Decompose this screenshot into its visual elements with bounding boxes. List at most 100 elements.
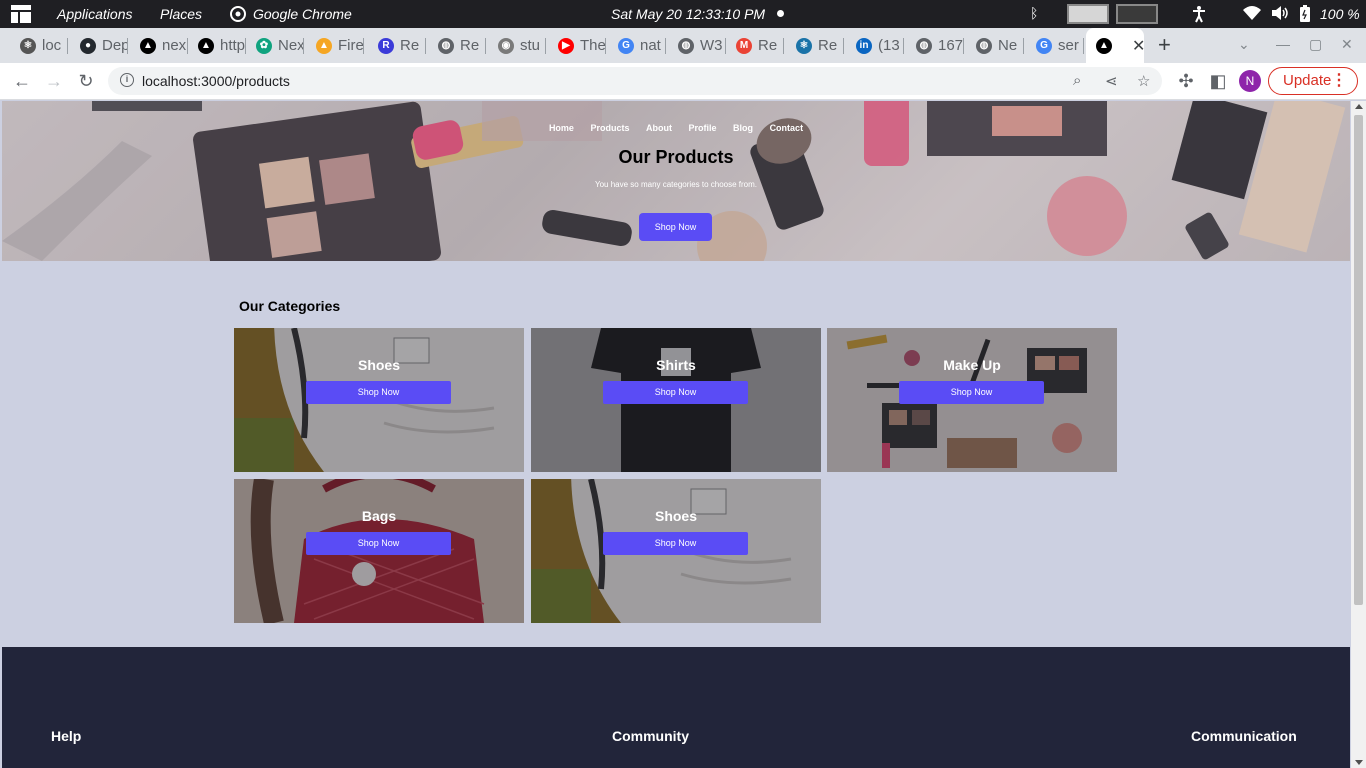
browser-tab[interactable]: ◉ stu — [488, 28, 546, 63]
active-app-menu[interactable]: Google Chrome — [253, 6, 352, 22]
maximize-icon[interactable]: ▢ — [1309, 36, 1322, 53]
browser-tab[interactable]: ▶ The — [548, 28, 606, 63]
new-tab-button[interactable]: + — [1158, 34, 1171, 56]
address-bar[interactable]: i localhost:3000/products ⌕ ⋖ ☆ — [108, 67, 1162, 95]
tab-title: ser — [1058, 37, 1079, 54]
zoom-icon[interactable]: ⌕ — [1073, 72, 1081, 89]
nav-blog[interactable]: Blog — [733, 123, 753, 133]
browser-tab[interactable]: M Re — [726, 28, 784, 63]
category-card[interactable]: Shoes Shop Now — [531, 479, 821, 623]
browser-tab[interactable]: ✿ Nex — [246, 28, 304, 63]
clock[interactable]: Sat May 20 12:33:10 PM — [611, 6, 765, 22]
chatgpt-icon: ✿ — [256, 37, 272, 54]
back-icon[interactable]: ← — [10, 69, 34, 93]
scroll-down-icon[interactable] — [1355, 760, 1363, 765]
shop-now-button[interactable]: Shop Now — [603, 381, 748, 404]
shop-now-button[interactable]: Shop Now — [306, 381, 451, 404]
share-icon[interactable]: ⋖ — [1105, 72, 1118, 90]
update-button[interactable]: Update ⋮ — [1268, 67, 1358, 95]
browser-tab[interactable]: R Re — [368, 28, 426, 63]
nav-profile[interactable]: Profile — [689, 123, 717, 133]
system-top-bar: Applications Places Google Chrome Sat Ma… — [0, 0, 1366, 28]
scroll-up-icon[interactable] — [1355, 104, 1363, 109]
browser-tab[interactable]: Gnat — [608, 28, 666, 63]
firebase-icon: ▲ — [316, 37, 332, 54]
nav-contact[interactable]: Contact — [770, 123, 804, 133]
site-info-icon[interactable]: i — [120, 73, 134, 87]
hero-banner: Home Products About Profile Blog Contact… — [2, 101, 1350, 261]
accessibility-icon[interactable] — [1191, 5, 1207, 23]
nav-about[interactable]: About — [646, 123, 672, 133]
vercel-icon: ▲ — [1096, 37, 1112, 54]
main-nav: Home Products About Profile Blog Contact — [2, 123, 1350, 133]
battery-icon[interactable] — [1300, 5, 1310, 22]
youtube-icon: ▶ — [558, 37, 574, 54]
tab-separator — [303, 38, 304, 54]
category-card[interactable]: Make Up Shop Now — [827, 328, 1117, 472]
tab-title: Re — [818, 37, 838, 54]
scroll-thumb[interactable] — [1354, 115, 1363, 605]
shop-now-button[interactable]: Shop Now — [899, 381, 1044, 404]
tab-title: http — [220, 37, 246, 54]
category-card[interactable]: Bags Shop Now — [234, 479, 524, 623]
browser-tab[interactable]: ◍ Re — [428, 28, 486, 63]
places-menu[interactable]: Places — [160, 6, 202, 22]
bluetooth-icon[interactable]: ᛒ — [1030, 5, 1038, 21]
tab-separator — [605, 38, 606, 54]
browser-tab[interactable]: ⚛ Re — [786, 28, 844, 63]
tab-title: The — [580, 37, 606, 54]
browser-tab[interactable]: ◍ W3 — [668, 28, 726, 63]
minimize-icon[interactable]: — — [1276, 36, 1290, 52]
tab-title: Ne — [998, 37, 1018, 54]
browser-tab[interactable]: in (13 — [846, 28, 904, 63]
profile-avatar[interactable]: N — [1239, 70, 1261, 92]
workspace-2-indicator[interactable] — [1116, 4, 1158, 24]
shop-now-button[interactable]: Shop Now — [603, 532, 748, 555]
tab-separator — [1023, 38, 1024, 54]
tab-title: W3 — [700, 37, 723, 54]
tab-title: loc — [42, 37, 62, 54]
menu-kebab-icon[interactable]: ⋮ — [1331, 68, 1347, 94]
browser-tab[interactable]: ◍ Ne — [966, 28, 1024, 63]
notification-dot — [777, 10, 784, 17]
browser-tab[interactable]: Gser — [1026, 28, 1084, 63]
tab-separator — [485, 38, 486, 54]
browser-tab[interactable]: ● Dep — [70, 28, 128, 63]
reload-icon[interactable]: ↻ — [74, 69, 98, 93]
category-card[interactable]: Shirts Shop Now — [531, 328, 821, 472]
tab-search-icon[interactable]: ⌄ — [1238, 36, 1250, 53]
hero-shop-now-button[interactable]: Shop Now — [639, 213, 712, 241]
volume-icon[interactable] — [1271, 5, 1289, 21]
page-scrollbar[interactable] — [1351, 101, 1366, 768]
site-footer: Help Community Communication — [2, 647, 1350, 768]
tab-title: Re — [400, 37, 420, 54]
browser-tab[interactable]: ⚛ loc — [10, 28, 68, 63]
close-tab-icon[interactable]: ✕ — [1132, 36, 1144, 56]
bookmark-star-icon[interactable]: ☆ — [1137, 72, 1150, 90]
nav-products[interactable]: Products — [590, 123, 629, 133]
browser-tab[interactable]: ▲ nex — [130, 28, 188, 63]
nav-home[interactable]: Home — [549, 123, 574, 133]
applications-menu[interactable]: Applications — [57, 6, 133, 22]
browser-tab[interactable]: ◍ 167 — [906, 28, 964, 63]
browser-tab[interactable]: ▲ Fire — [306, 28, 364, 63]
forward-icon[interactable]: → — [42, 69, 66, 93]
tab-title: nex — [162, 37, 187, 54]
tab-title: Nex — [278, 37, 304, 54]
close-window-icon[interactable]: ✕ — [1341, 36, 1353, 53]
tab-separator — [545, 38, 546, 54]
hero-subtitle: You have so many categories to choose fr… — [594, 180, 758, 189]
side-panel-icon[interactable]: ◧ — [1206, 69, 1230, 93]
globe-icon: ◍ — [916, 37, 932, 54]
shop-now-button[interactable]: Shop Now — [306, 532, 451, 555]
extensions-icon[interactable]: ✣ — [1174, 69, 1198, 93]
workspace-1-indicator[interactable] — [1067, 4, 1109, 24]
tab-active[interactable]: ▲ ✕ — [1086, 28, 1144, 63]
tab-separator — [783, 38, 784, 54]
url-text[interactable]: localhost:3000/products — [142, 73, 290, 89]
wifi-icon[interactable] — [1243, 5, 1261, 21]
hero-title: Our Products — [618, 147, 734, 167]
browser-tab[interactable]: ▲ http — [188, 28, 246, 63]
activities-icon[interactable] — [11, 5, 31, 23]
category-card[interactable]: Shoes Shop Now — [234, 328, 524, 472]
